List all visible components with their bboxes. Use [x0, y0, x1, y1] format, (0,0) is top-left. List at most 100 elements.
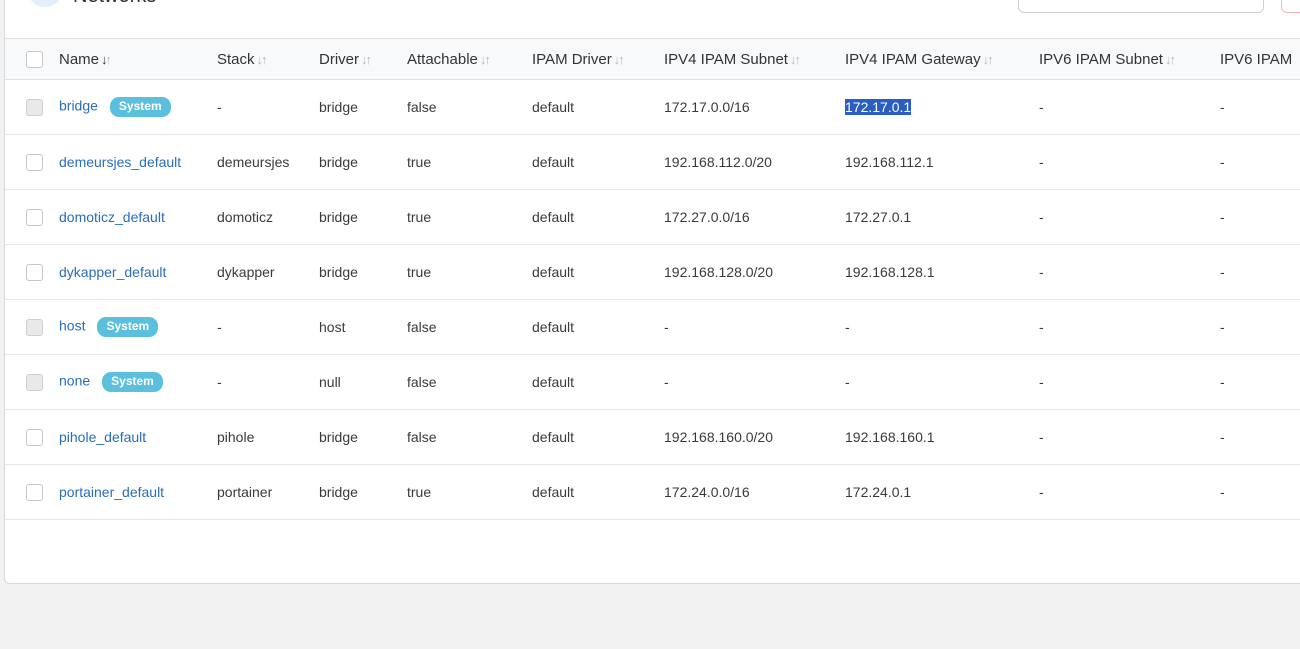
ipv6-gateway-cell: -: [1220, 429, 1225, 445]
sort-arrows-icon[interactable]: ↓↑: [361, 52, 372, 67]
column-header-label: IPV6 IPAM Subnet: [1039, 50, 1163, 68]
ipv4-subnet-cell: 172.24.0.0/16: [664, 484, 750, 500]
network-name-link[interactable]: domoticz_default: [59, 209, 165, 225]
networks-panel: ↵ Networks Name↓↑: [4, 0, 1300, 584]
row-checkbox[interactable]: [26, 263, 43, 281]
selected-text: 172.17.0.1: [845, 99, 912, 115]
ipv6-subnet-cell: -: [1039, 154, 1044, 170]
column-header-ipv4-subnet[interactable]: IPV4 IPAM Subnet ↓↑: [664, 38, 845, 80]
ipv4-subnet-cell: -: [664, 374, 669, 390]
column-header-label: IPV4 IPAM Subnet: [664, 50, 788, 68]
table-row: host System - host false default - - - -: [5, 300, 1300, 355]
column-header-driver[interactable]: Driver ↓↑: [319, 38, 407, 80]
column-header-ipv4-gateway[interactable]: IPV4 IPAM Gateway ↓↑: [845, 38, 1039, 80]
ipv6-subnet-cell: -: [1039, 374, 1044, 390]
sort-arrows-icon[interactable]: ↓↑: [790, 52, 801, 67]
ipam-driver-cell: default: [532, 429, 575, 445]
ipv4-gateway-cell: -: [845, 374, 850, 390]
network-name-link[interactable]: dykapper_default: [59, 264, 166, 280]
column-header-label: Attachable: [407, 50, 478, 68]
column-header-ipv6-subnet[interactable]: IPV6 IPAM Subnet ↓↑: [1039, 38, 1220, 80]
table-header-row: Name ↓↑ Stack ↓↑ Driver ↓↑ Attachable ↓↑ IPA…: [5, 38, 1300, 80]
ipv4-gateway-cell: -: [845, 319, 850, 335]
ipv6-subnet-cell: -: [1039, 209, 1044, 225]
ipam-driver-cell: default: [532, 264, 575, 280]
search-input[interactable]: [1018, 0, 1264, 13]
row-select-cell: [5, 190, 59, 245]
row-select-cell: [5, 465, 59, 520]
ipam-driver-cell: default: [532, 374, 575, 390]
row-select-cell: [5, 80, 59, 135]
name-cell: demeursjes_default: [59, 135, 217, 190]
table-row: dykapper_default dykapper bridge true de…: [5, 245, 1300, 300]
row-select-cell: [5, 245, 59, 300]
table-row: pihole_default pihole bridge false defau…: [5, 410, 1300, 465]
column-header-ipv6-gateway[interactable]: IPV6 IPAM: [1220, 38, 1300, 80]
ipv4-gateway-cell: 172.27.0.1: [845, 209, 912, 225]
ipam-driver-cell: default: [532, 99, 575, 115]
ipv6-subnet-cell: -: [1039, 319, 1044, 335]
row-checkbox[interactable]: [26, 153, 43, 171]
attachable-cell: true: [407, 484, 432, 500]
ipv6-gateway-cell: -: [1220, 154, 1225, 170]
row-select-cell: [5, 135, 59, 190]
row-checkbox[interactable]: [26, 208, 43, 226]
row-checkbox[interactable]: [26, 428, 43, 446]
driver-cell: host: [319, 319, 346, 335]
row-select-cell: [5, 355, 59, 410]
row-checkbox[interactable]: [26, 98, 43, 116]
row-checkbox[interactable]: [26, 373, 43, 391]
network-name-link[interactable]: pihole_default: [59, 429, 146, 445]
sort-arrows-icon[interactable]: ↓↑: [101, 52, 112, 67]
system-badge: System: [109, 97, 171, 117]
stack-cell: domoticz: [217, 209, 274, 225]
driver-cell: bridge: [319, 154, 358, 170]
ipv6-gateway-cell: -: [1220, 264, 1225, 280]
row-checkbox[interactable]: [26, 483, 43, 501]
ipv4-gateway-cell: 172.17.0.1: [845, 80, 1039, 135]
column-header-name[interactable]: Name ↓↑: [59, 38, 217, 80]
network-icon: ↵: [27, 0, 63, 7]
network-name-link[interactable]: host: [59, 318, 85, 334]
sort-arrows-icon[interactable]: ↓↑: [1165, 52, 1176, 67]
column-header-label: Stack: [217, 50, 255, 68]
network-name-link[interactable]: none: [59, 373, 90, 389]
ipv6-gateway-cell: -: [1220, 484, 1225, 500]
table-row: none System - null false default - - - -: [5, 355, 1300, 410]
sort-arrows-icon[interactable]: ↓↑: [257, 52, 268, 67]
ipv4-subnet-cell: 192.168.128.0/20: [664, 264, 773, 280]
attachable-cell: false: [407, 374, 437, 390]
network-name-link[interactable]: demeursjes_default: [59, 154, 181, 170]
row-checkbox[interactable]: [26, 318, 43, 336]
ipv6-gateway-cell: -: [1220, 319, 1225, 335]
table-row: demeursjes_default demeursjes bridge tru…: [5, 135, 1300, 190]
stack-cell: -: [217, 319, 222, 335]
column-header-label: Name: [59, 50, 100, 68]
column-header-ipam-driver[interactable]: IPAM Driver ↓↑: [532, 38, 664, 80]
select-all-checkbox[interactable]: [26, 50, 43, 68]
remove-button[interactable]: [1281, 0, 1300, 13]
attachable-cell: false: [407, 319, 437, 335]
network-name-link[interactable]: portainer_default: [59, 484, 164, 500]
network-name-link[interactable]: bridge: [59, 98, 98, 114]
stack-cell: demeursjes: [217, 154, 290, 170]
name-cell: host System: [59, 300, 217, 355]
name-cell: bridge System: [59, 80, 217, 135]
driver-cell: bridge: [319, 99, 358, 115]
column-header-stack[interactable]: Stack ↓↑: [217, 38, 319, 80]
column-header-attachable[interactable]: Attachable ↓↑: [407, 38, 532, 80]
ipv6-gateway-cell: -: [1220, 209, 1225, 225]
attachable-cell: true: [407, 209, 432, 225]
ipv6-subnet-cell: -: [1039, 429, 1044, 445]
sort-arrows-icon[interactable]: ↓↑: [614, 52, 625, 67]
column-header-label: IPAM Driver: [532, 50, 612, 68]
networks-table: Name ↓↑ Stack ↓↑ Driver ↓↑ Attachable ↓↑ IPA…: [5, 38, 1300, 520]
ipv4-gateway-cell: 192.168.112.1: [845, 154, 934, 170]
sort-arrows-icon[interactable]: ↓↑: [983, 52, 994, 67]
system-badge: System: [102, 372, 163, 392]
row-select-cell: [5, 300, 59, 355]
ipam-driver-cell: default: [532, 484, 575, 500]
sort-arrows-icon[interactable]: ↓↑: [480, 52, 491, 67]
attachable-cell: false: [407, 99, 437, 115]
ipam-driver-cell: default: [532, 319, 575, 335]
